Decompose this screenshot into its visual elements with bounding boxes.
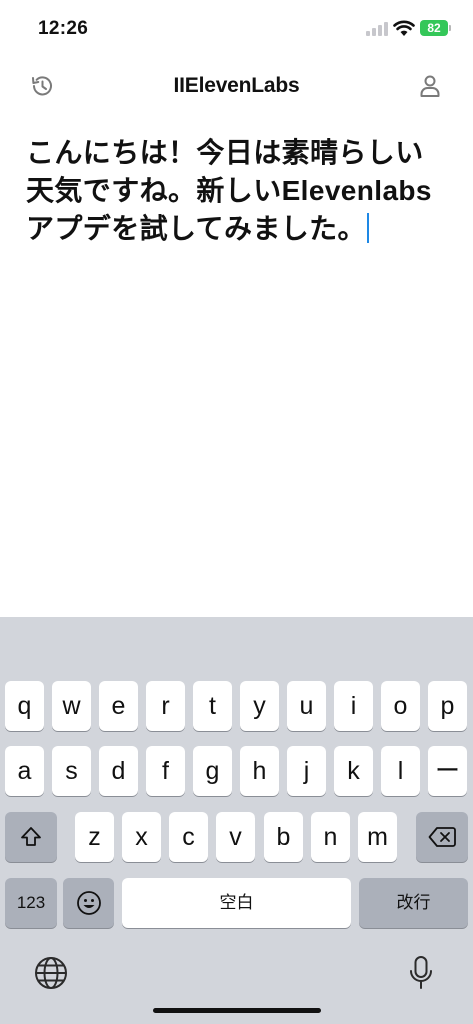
key-long-dash[interactable]: ー [428,746,467,796]
space-key[interactable]: 空白 [122,878,351,928]
key-g[interactable]: g [193,746,232,796]
key-x[interactable]: x [122,812,161,862]
key-o[interactable]: o [381,681,420,731]
key-h[interactable]: h [240,746,279,796]
key-q[interactable]: q [5,681,44,731]
wifi-icon [393,20,415,36]
text-editor[interactable]: こんにちは！今日は素晴らしい天気ですね。新しいElevenlabsアプデを試して… [26,134,451,248]
numbers-key[interactable]: 123 [5,878,57,928]
delete-key[interactable] [416,812,468,862]
key-m[interactable]: m [358,812,397,862]
key-r[interactable]: r [146,681,185,731]
mic-icon[interactable] [408,955,434,991]
key-t[interactable]: t [193,681,232,731]
key-a[interactable]: a [5,746,44,796]
signal-icon [366,22,388,36]
key-l[interactable]: l [381,746,420,796]
key-e[interactable]: e [99,681,138,731]
key-s[interactable]: s [52,746,91,796]
battery-indicator: 82 [420,20,452,38]
editor-text: こんにちは！今日は素晴らしい天気ですね。新しいElevenlabsアプデを試して… [26,137,432,244]
key-d[interactable]: d [99,746,138,796]
status-bar: 12:26 82 [0,0,473,58]
status-time: 12:26 [38,18,89,39]
key-b[interactable]: b [264,812,303,862]
key-f[interactable]: f [146,746,185,796]
key-j[interactable]: j [287,746,326,796]
profile-icon[interactable] [416,72,444,100]
key-u[interactable]: u [287,681,326,731]
globe-icon[interactable] [34,956,68,990]
key-y[interactable]: y [240,681,279,731]
key-v[interactable]: v [216,812,255,862]
key-p[interactable]: p [428,681,467,731]
home-indicator[interactable] [153,1008,321,1013]
delete-icon [428,827,456,847]
key-w[interactable]: w [52,681,91,731]
app-header: IIElevenLabs [0,60,473,112]
shift-icon [21,827,41,846]
text-caret [366,213,369,243]
emoji-icon [76,891,101,915]
battery-level: 82 [420,20,448,36]
key-c[interactable]: c [169,812,208,862]
shift-key[interactable] [5,812,57,862]
key-k[interactable]: k [334,746,373,796]
emoji-key[interactable] [63,878,114,928]
app-logo: IIElevenLabs [173,74,300,97]
return-key[interactable]: 改行 [359,878,468,928]
key-z[interactable]: z [75,812,114,862]
key-n[interactable]: n [311,812,350,862]
key-i[interactable]: i [334,681,373,731]
